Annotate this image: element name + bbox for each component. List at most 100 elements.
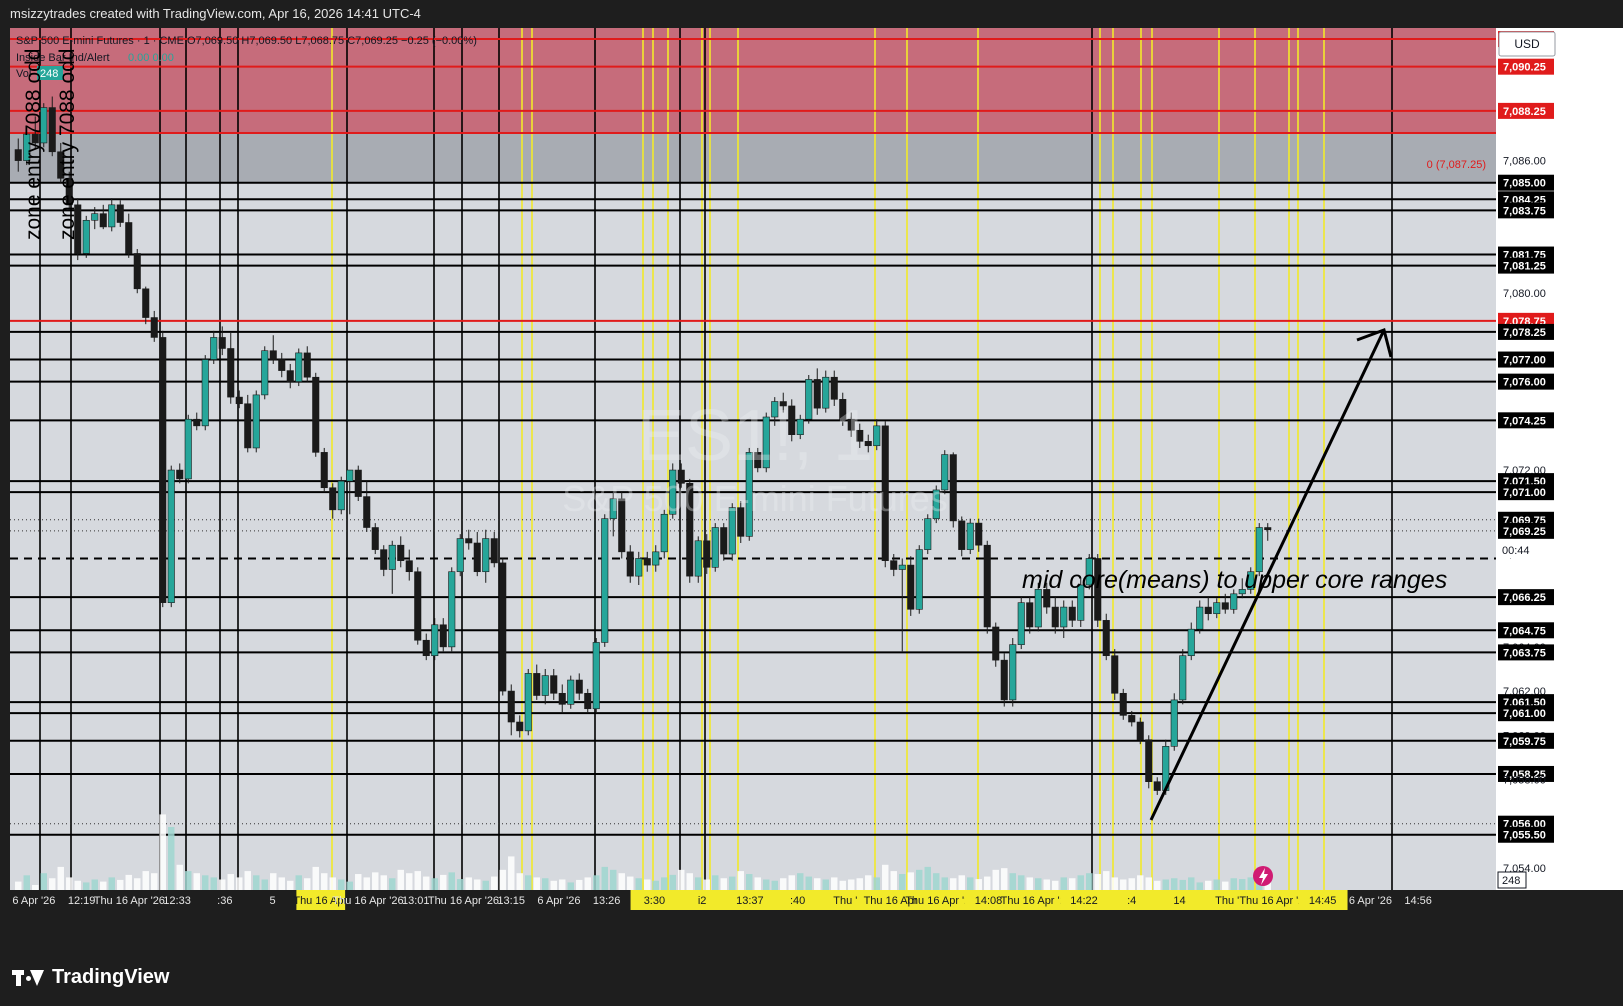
volume-bar (1111, 877, 1118, 890)
volume-bar (270, 873, 277, 890)
volume-bar (678, 869, 685, 890)
chart-area[interactable]: ES1!, 1 S&P 500 E-mini Futures S&P 500 E… (10, 28, 1623, 946)
price-axis-tick: 7,076.00 (1503, 377, 1546, 389)
volume-bar (593, 875, 600, 890)
volume-bar (261, 879, 268, 890)
lightning-icon[interactable] (1253, 866, 1273, 886)
currency-button[interactable]: USD (1498, 31, 1556, 57)
candle-body (337, 480, 345, 511)
candle-body (1060, 606, 1068, 628)
price-axis-tick: 7,063.75 (1503, 647, 1546, 659)
candle-body (601, 518, 609, 643)
legend-symbol-line: S&P 500 E-mini Futures · 1 · CME O7,069.… (16, 35, 477, 47)
tradingview-brand[interactable]: TradingView (12, 966, 169, 989)
volume-bar (457, 879, 464, 890)
volume-bar (533, 877, 540, 890)
volume-bar (1001, 868, 1008, 890)
volume-bar (1213, 879, 1220, 890)
candle-body (490, 538, 498, 564)
volume-bar (474, 879, 481, 890)
price-axis-tick: 7,077.00 (1503, 355, 1546, 367)
price-axis-tick: 7,058.00 (1503, 774, 1546, 786)
volume-bar (423, 876, 430, 890)
candle-body (1102, 620, 1110, 657)
volume-bar (219, 879, 226, 890)
candle-body (1179, 655, 1187, 701)
volume-bar (788, 875, 795, 890)
volume-bar (1043, 879, 1050, 890)
volume-bar (550, 880, 557, 890)
volume-bar (856, 878, 863, 890)
volume-axis-badge: 248 (1497, 871, 1527, 889)
volume-bar (49, 878, 56, 890)
candle-body (159, 337, 167, 603)
time-axis-tick: :4 (1127, 895, 1136, 907)
volume-bar (91, 879, 98, 890)
volume-bar (992, 869, 999, 890)
candle-body (244, 403, 252, 449)
watermark-name: S&P 500 E-mini Futures (562, 478, 948, 519)
countdown-badge-text: 00:44 (1502, 545, 1530, 557)
volume-bar (482, 880, 489, 890)
candle-body (142, 288, 150, 318)
volume-bar (1018, 875, 1025, 890)
volume-bar (865, 875, 872, 890)
candle-body (448, 571, 456, 648)
volume-bar (1205, 880, 1212, 890)
volume-bar (15, 881, 22, 890)
candle-body (184, 418, 192, 480)
tradingview-logo-icon (12, 969, 44, 986)
volume-bar (397, 869, 404, 890)
candle-body (575, 679, 583, 694)
price-axis-tick: 7,064.75 (1503, 625, 1546, 637)
time-axis-tick: Thu 16 Apr '26 (428, 895, 499, 907)
legend-indicator-values: 0.00 0.00 (128, 52, 174, 64)
candle-body (720, 527, 728, 555)
candle-body (643, 558, 651, 566)
candle-body (201, 359, 209, 427)
candle-body (1170, 699, 1178, 747)
price-axis-tick: 7,086.00 (1503, 156, 1546, 168)
volume-bar (559, 879, 566, 890)
volume-bar (525, 875, 532, 890)
volume-bar (1120, 879, 1127, 890)
candle-body (1264, 527, 1272, 531)
candle-body (975, 522, 983, 546)
candle-body (703, 540, 711, 568)
volume-bar (372, 872, 379, 890)
volume-bar (780, 878, 787, 890)
volume-bar (882, 864, 889, 890)
candle-body (482, 538, 490, 573)
volume-bar (797, 873, 804, 890)
candle-body (584, 692, 592, 710)
price-axis-tick: 7,059.75 (1503, 736, 1546, 748)
candle-body (533, 673, 541, 696)
volume-bar (720, 878, 727, 890)
volume-bar (168, 827, 175, 890)
zones-layer (10, 28, 1496, 183)
candle-body (1034, 589, 1042, 628)
candle-body (1009, 644, 1017, 701)
volume-bar (916, 869, 923, 890)
chart-svg[interactable]: ES1!, 1 S&P 500 E-mini Futures S&P 500 E… (10, 28, 1623, 946)
volume-bar (601, 866, 608, 890)
volume-bar (1128, 878, 1135, 890)
volume-bar (873, 877, 880, 890)
candle-body (524, 673, 532, 732)
candle-body (711, 527, 719, 568)
volume-bar (1137, 875, 1144, 890)
candle-body (193, 418, 201, 427)
volume-bar (74, 880, 81, 890)
volume-bar (159, 814, 166, 890)
time-axis-tick: 3:30 (644, 895, 665, 907)
candle-body (958, 520, 966, 550)
watermark-symbol: ES1!, 1 (637, 396, 873, 476)
volume-bar (848, 879, 855, 890)
candle-body (303, 352, 311, 378)
candle-body (176, 469, 184, 480)
volume-bar (363, 877, 370, 890)
volume-bar (202, 875, 209, 890)
volume-bar (1162, 879, 1169, 890)
candle-body (558, 692, 566, 705)
candle-body (354, 469, 362, 497)
